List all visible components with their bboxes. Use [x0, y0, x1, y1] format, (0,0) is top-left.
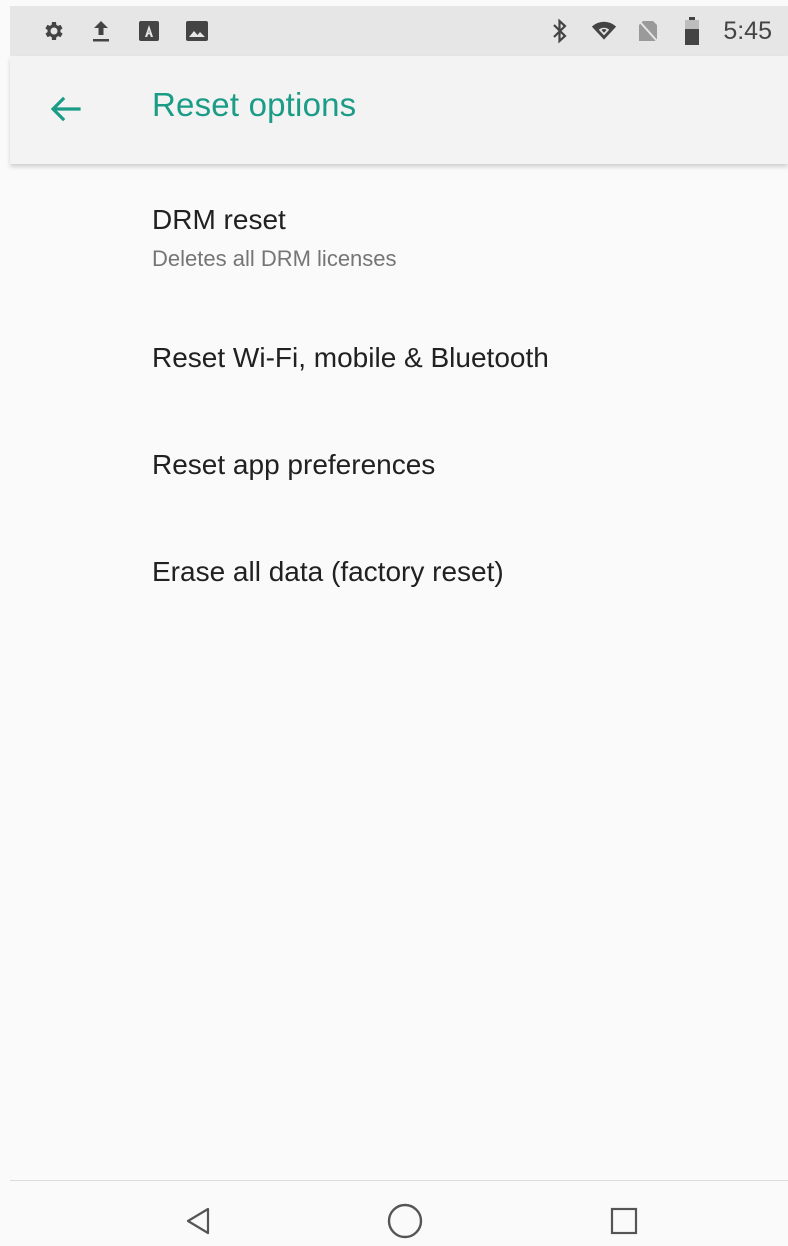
- reset-options-list: DRM reset Deletes all DRM licenses Reset…: [10, 166, 788, 627]
- page-title: Reset options: [152, 86, 357, 123]
- status-time: 5:45: [723, 16, 772, 45]
- list-item-title: Reset Wi-Fi, mobile & Bluetooth: [152, 342, 549, 373]
- bluetooth-icon: [547, 18, 573, 44]
- back-triangle-icon: [186, 1207, 210, 1235]
- list-item-reset-network[interactable]: Reset Wi-Fi, mobile & Bluetooth: [10, 306, 788, 413]
- no-sim-icon: [635, 18, 661, 44]
- recents-square-icon: [610, 1207, 638, 1235]
- image-icon: [184, 18, 210, 44]
- nav-home-button[interactable]: [385, 1201, 425, 1241]
- list-item-title: DRM reset: [152, 204, 286, 235]
- battery-icon: [679, 17, 705, 45]
- back-button[interactable]: [40, 84, 90, 134]
- gear-icon: [40, 18, 66, 44]
- upload-icon: [88, 18, 114, 44]
- status-left-icons: [10, 18, 210, 44]
- app-bar: Reset options: [10, 56, 788, 164]
- navigation-bar: [10, 1181, 788, 1246]
- status-bar: 5:45: [10, 6, 788, 56]
- screen: 5:45 Reset options DRM reset Deletes all…: [0, 0, 788, 1246]
- wifi-icon: [591, 18, 617, 44]
- list-item-reset-app-preferences[interactable]: Reset app preferences: [10, 413, 788, 520]
- list-item-title: Erase all data (factory reset): [152, 556, 504, 587]
- list-item-subtitle: Deletes all DRM licenses: [152, 246, 397, 271]
- home-circle-icon: [387, 1203, 423, 1239]
- nav-recents-button[interactable]: [604, 1201, 644, 1241]
- list-item-title: Reset app preferences: [152, 449, 436, 480]
- keyboard-a-icon: [136, 18, 162, 44]
- list-item-drm-reset[interactable]: DRM reset Deletes all DRM licenses: [10, 166, 788, 306]
- status-right-icons: 5:45: [547, 17, 788, 46]
- arrow-left-icon: [50, 96, 81, 122]
- nav-back-button[interactable]: [178, 1201, 218, 1241]
- list-item-factory-reset[interactable]: Erase all data (factory reset): [10, 520, 788, 627]
